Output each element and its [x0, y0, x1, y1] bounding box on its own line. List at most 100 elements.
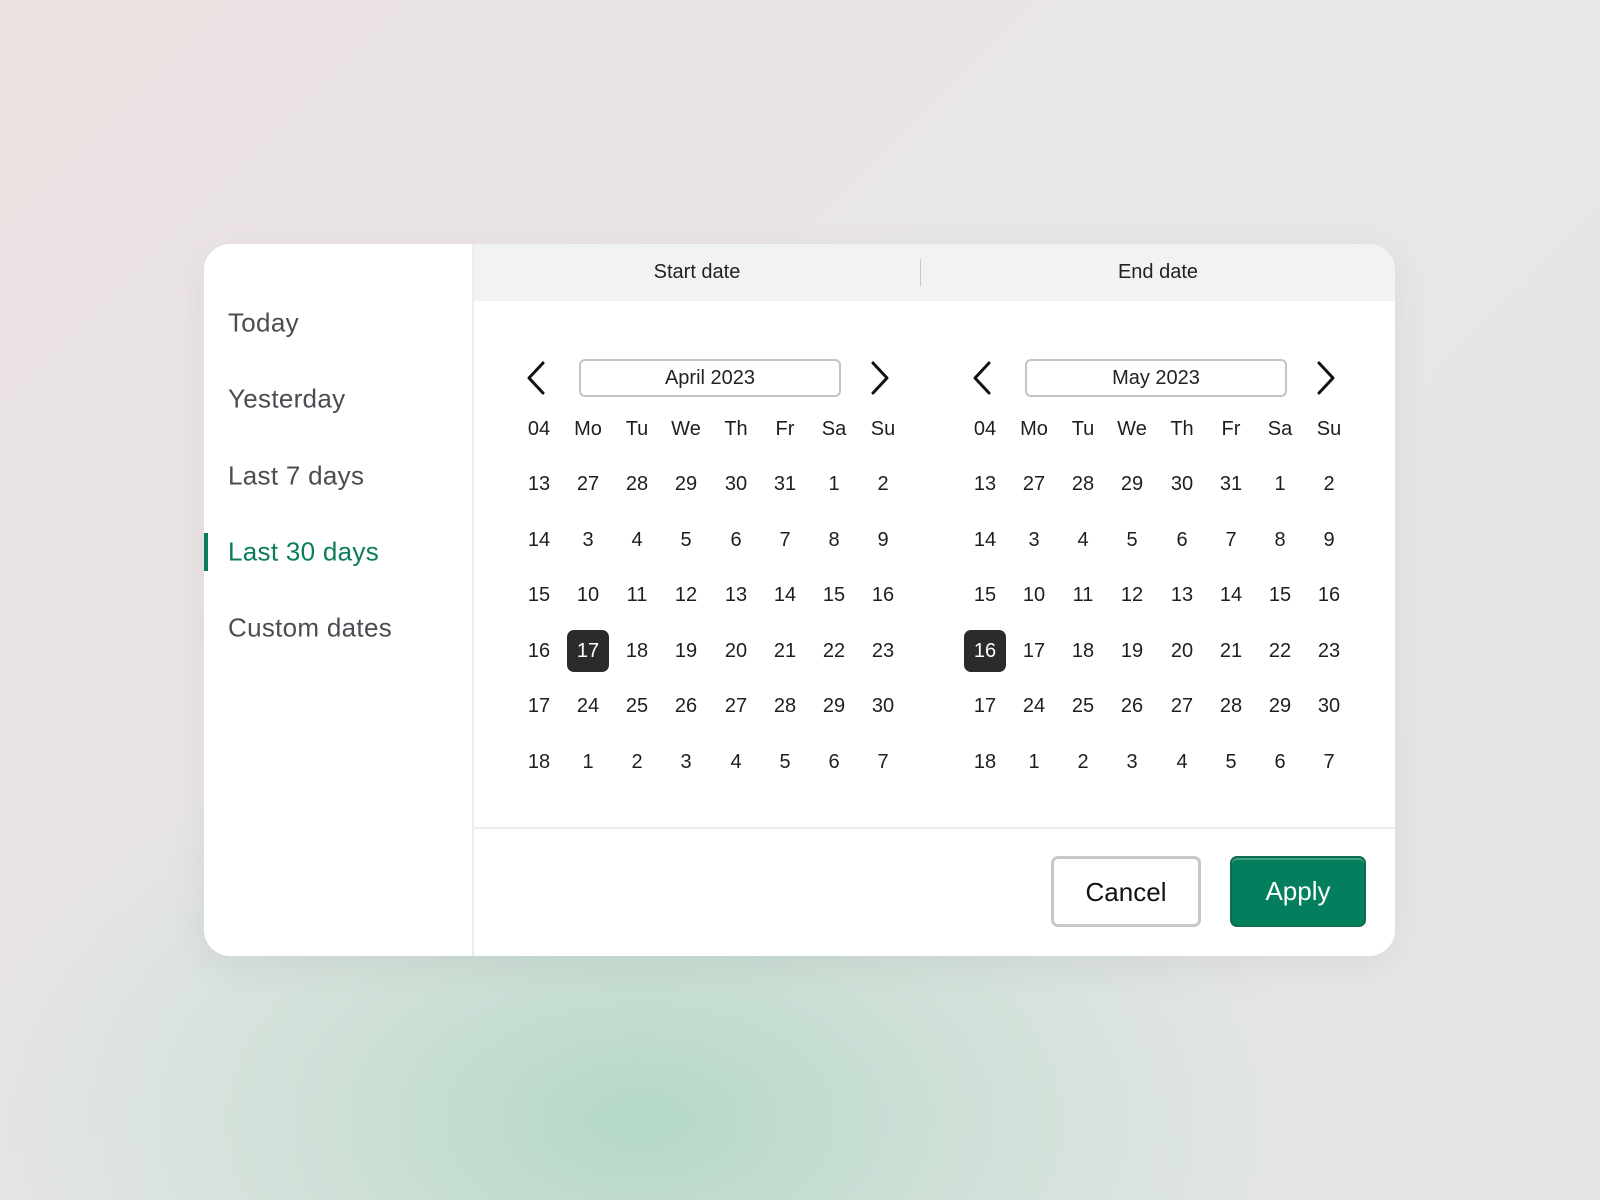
day-cell[interactable]: 29 [1111, 463, 1153, 505]
prev-month-button[interactable] [521, 358, 551, 398]
day-cell[interactable]: 30 [1308, 685, 1350, 727]
day-cell[interactable]: 10 [1013, 574, 1055, 616]
day-cell[interactable]: 23 [1308, 630, 1350, 672]
day-cell[interactable]: 28 [616, 463, 658, 505]
day-cell[interactable]: 3 [665, 741, 707, 783]
day-cell[interactable]: 4 [1161, 741, 1203, 783]
day-cell[interactable]: 13 [715, 574, 757, 616]
day-cell[interactable]: 27 [1013, 463, 1055, 505]
day-cell[interactable]: 7 [862, 741, 904, 783]
day-cell[interactable]: 30 [862, 685, 904, 727]
day-cell[interactable]: 28 [764, 685, 806, 727]
day-cell[interactable]: 9 [1308, 519, 1350, 561]
day-cell[interactable]: 6 [715, 519, 757, 561]
day-cell[interactable]: 6 [1161, 519, 1203, 561]
day-cell[interactable]: 5 [665, 519, 707, 561]
day-cell[interactable]: 21 [1210, 630, 1252, 672]
day-cell[interactable]: 8 [1259, 519, 1301, 561]
start-date-tab[interactable]: Start date [474, 244, 920, 301]
day-cell[interactable]: 14 [764, 574, 806, 616]
day-cell[interactable]: 6 [813, 741, 855, 783]
day-cell[interactable]: 22 [1259, 630, 1301, 672]
day-cell[interactable]: 22 [813, 630, 855, 672]
day-cell[interactable]: 24 [1013, 685, 1055, 727]
day-cell[interactable]: 10 [567, 574, 609, 616]
day-cell[interactable]: 25 [1062, 685, 1104, 727]
day-cell[interactable]: 30 [1161, 463, 1203, 505]
day-cell[interactable]: 5 [1210, 741, 1252, 783]
day-cell[interactable]: 3 [567, 519, 609, 561]
day-cell[interactable]: 9 [862, 519, 904, 561]
day-cell[interactable]: 27 [1161, 685, 1203, 727]
cancel-button[interactable]: Cancel [1051, 856, 1201, 927]
day-cell[interactable]: 16 [862, 574, 904, 616]
day-cell[interactable]: 15 [1259, 574, 1301, 616]
day-cell[interactable]: 3 [1111, 741, 1153, 783]
selected-week-number[interactable]: 16 [964, 629, 1006, 672]
preset-last-30-days[interactable]: Last 30 days [228, 537, 379, 568]
day-cell[interactable]: 25 [616, 685, 658, 727]
day-cell[interactable]: 27 [567, 463, 609, 505]
day-cell[interactable]: 31 [764, 463, 806, 505]
apply-button[interactable]: Apply [1230, 856, 1366, 927]
day-cell[interactable]: 7 [1308, 741, 1350, 783]
day-cell[interactable]: 12 [665, 574, 707, 616]
day-cell[interactable]: 11 [616, 574, 658, 616]
day-cell[interactable]: 29 [665, 463, 707, 505]
day-cell[interactable]: 28 [1062, 463, 1104, 505]
preset-yesterday[interactable]: Yesterday [228, 384, 345, 415]
day-cell[interactable]: 1 [813, 463, 855, 505]
day-cell[interactable]: 29 [813, 685, 855, 727]
day-cell[interactable]: 21 [764, 630, 806, 672]
day-cell[interactable]: 27 [715, 685, 757, 727]
day-cell[interactable]: 7 [764, 519, 806, 561]
day-cell[interactable]: 26 [665, 685, 707, 727]
day-cell[interactable]: 13 [1161, 574, 1203, 616]
day-cell[interactable]: 17 [1013, 630, 1055, 672]
day-cell[interactable]: 4 [715, 741, 757, 783]
day-cell[interactable]: 31 [1210, 463, 1252, 505]
day-cell[interactable]: 4 [1062, 519, 1104, 561]
day-cell[interactable]: 28 [1210, 685, 1252, 727]
day-cell[interactable]: 23 [862, 630, 904, 672]
day-cell[interactable]: 18 [616, 630, 658, 672]
day-cell[interactable]: 20 [715, 630, 757, 672]
day-cell[interactable]: 2 [1308, 463, 1350, 505]
day-cell[interactable]: 7 [1210, 519, 1252, 561]
day-cell[interactable]: 1 [567, 741, 609, 783]
day-cell[interactable]: 19 [1111, 630, 1153, 672]
prev-month-button[interactable] [967, 358, 997, 398]
selected-day[interactable]: 17 [567, 629, 609, 672]
day-cell[interactable]: 12 [1111, 574, 1153, 616]
day-cell[interactable]: 4 [616, 519, 658, 561]
day-cell[interactable]: 1 [1259, 463, 1301, 505]
preset-custom-dates[interactable]: Custom dates [228, 613, 392, 644]
day-cell[interactable]: 19 [665, 630, 707, 672]
day-cell[interactable]: 5 [764, 741, 806, 783]
day-cell[interactable]: 14 [1210, 574, 1252, 616]
day-cell[interactable]: 30 [715, 463, 757, 505]
day-cell[interactable]: 2 [862, 463, 904, 505]
day-cell[interactable]: 15 [813, 574, 855, 616]
day-cell[interactable]: 8 [813, 519, 855, 561]
day-cell[interactable]: 3 [1013, 519, 1055, 561]
day-cell[interactable]: 11 [1062, 574, 1104, 616]
day-cell[interactable]: 29 [1259, 685, 1301, 727]
next-month-button[interactable] [1311, 358, 1341, 398]
end-date-tab[interactable]: End date [921, 244, 1395, 301]
day-cell[interactable]: 18 [1062, 630, 1104, 672]
day-cell[interactable]: 5 [1111, 519, 1153, 561]
day-cell[interactable]: 16 [1308, 574, 1350, 616]
preset-last-7-days[interactable]: Last 7 days [228, 461, 364, 492]
month-selector[interactable]: April 2023 [579, 359, 841, 397]
next-month-button[interactable] [865, 358, 895, 398]
day-cell[interactable]: 24 [567, 685, 609, 727]
preset-today[interactable]: Today [228, 308, 299, 339]
day-cell[interactable]: 2 [616, 741, 658, 783]
day-cell[interactable]: 2 [1062, 741, 1104, 783]
day-cell[interactable]: 20 [1161, 630, 1203, 672]
month-selector[interactable]: May 2023 [1025, 359, 1287, 397]
day-cell[interactable]: 26 [1111, 685, 1153, 727]
day-cell[interactable]: 6 [1259, 741, 1301, 783]
day-cell[interactable]: 1 [1013, 741, 1055, 783]
